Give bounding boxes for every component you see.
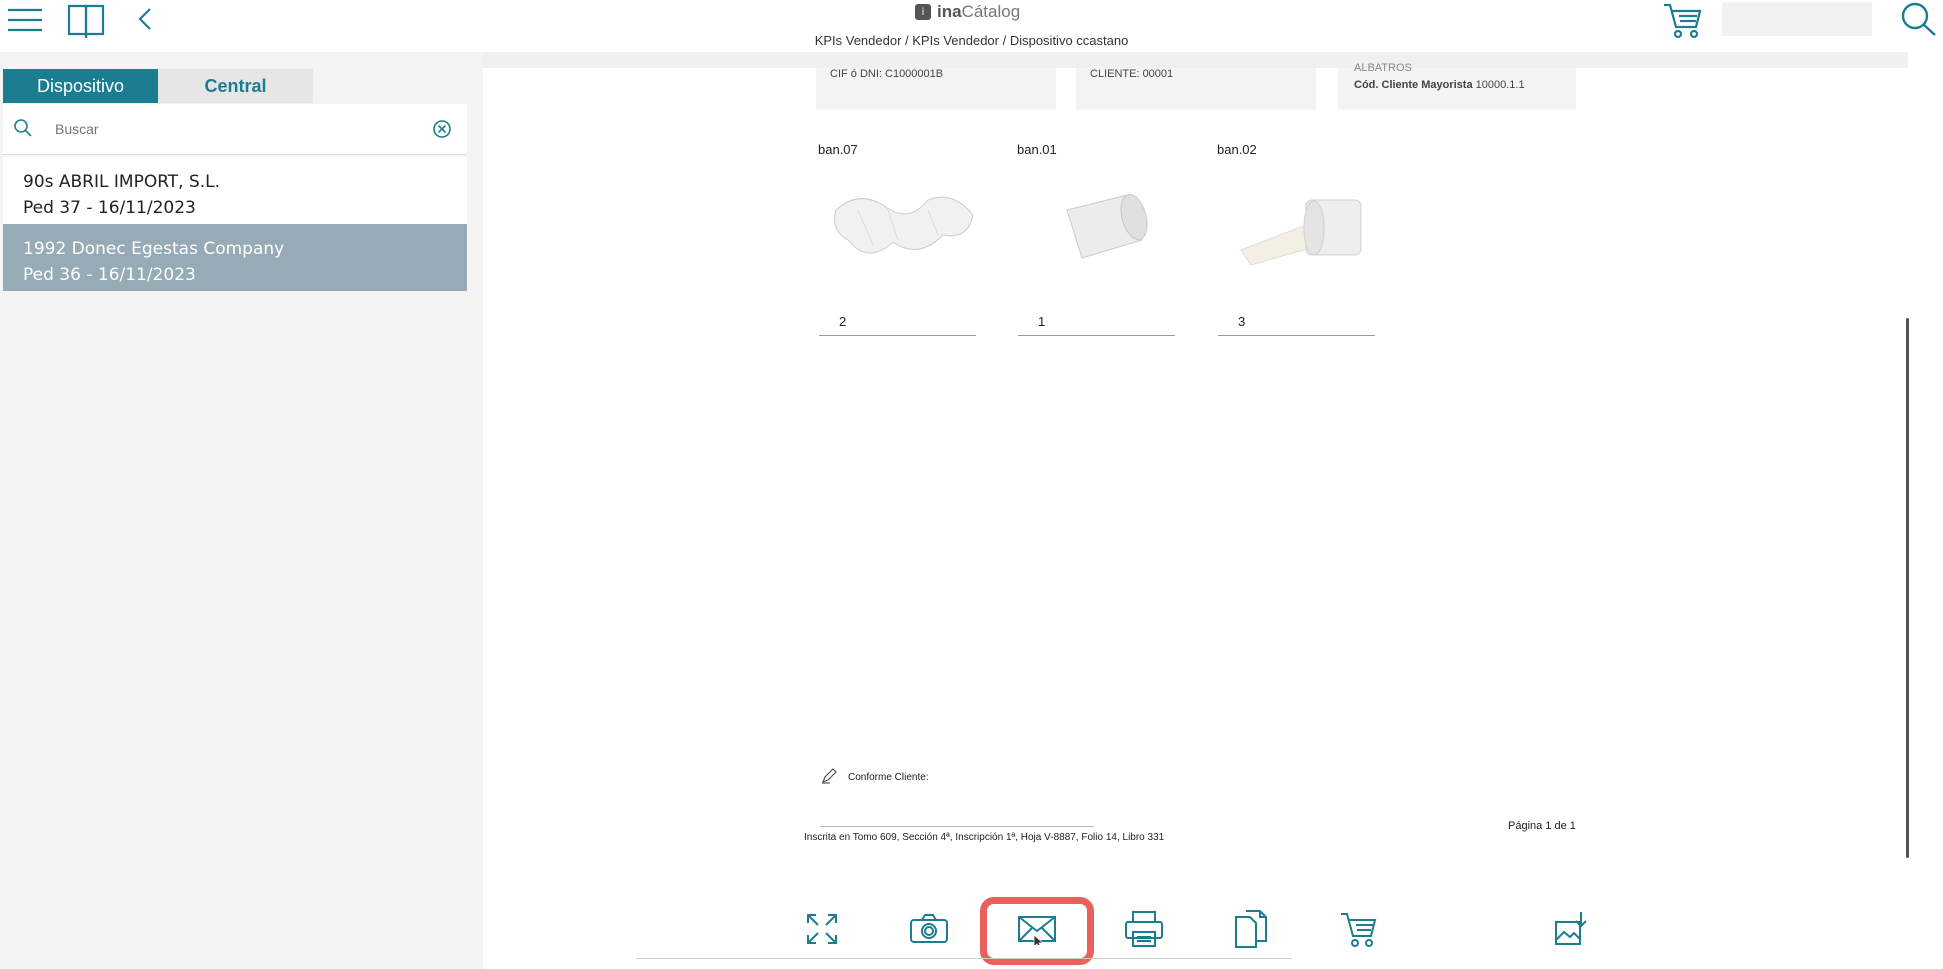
order-client: 1992 Donec Egestas Company xyxy=(23,239,285,259)
toolbar-divider xyxy=(636,958,1292,959)
app-logo: i inaCátalog xyxy=(915,0,1020,24)
wholesale-code-value: 10000.1.1 xyxy=(1475,79,1525,91)
product-image-gauze xyxy=(828,170,978,280)
product-quantity: 1 xyxy=(1018,314,1175,336)
wholesale-box: ALBATROS Cód. Cliente Mayorista 10000.1.… xyxy=(1338,62,1576,110)
cif-box: CIF ó DNI: C1000001B xyxy=(816,68,1056,110)
search-icon xyxy=(13,118,33,142)
product-image-bandage xyxy=(1226,170,1376,280)
order-search-input[interactable] xyxy=(53,116,417,142)
printer-icon[interactable] xyxy=(1119,904,1169,954)
product-code: ban.01 xyxy=(1017,142,1057,157)
source-tabs: Dispositivo Central xyxy=(3,69,313,103)
pencil-icon xyxy=(820,767,838,789)
app-name: inaCátalog xyxy=(937,2,1021,21)
order-list: 90s ABRIL IMPORT, S.L. Ped 37 - 16/11/20… xyxy=(3,157,467,291)
order-list-item[interactable]: 90s ABRIL IMPORT, S.L. Ped 37 - 16/11/20… xyxy=(3,157,467,224)
logo-mark: i xyxy=(915,4,931,20)
order-document-page xyxy=(483,68,1908,874)
signature-label: Conforme Cliente: xyxy=(848,772,929,783)
order-reference: Ped 36 - 16/11/2023 xyxy=(23,265,196,285)
top-bar: i inaCátalog KPIs Vendedor / KPIs Vended… xyxy=(0,0,1943,52)
product-quantity: 3 xyxy=(1218,314,1375,336)
product-quantity: 2 xyxy=(819,314,976,336)
cif-text: CIF ó DNI: C1000001B xyxy=(830,68,944,80)
camera-icon[interactable] xyxy=(904,904,954,954)
clear-search-icon[interactable] xyxy=(432,119,452,143)
wholesale-code-label: Cód. Cliente Mayorista xyxy=(1354,79,1473,91)
document-toolbar xyxy=(483,889,1908,969)
breadcrumb: KPIs Vendedor / KPIs Vendedor / Disposit… xyxy=(814,33,1129,48)
product-image-roll xyxy=(1027,170,1177,280)
search-icon[interactable] xyxy=(1898,0,1940,38)
cart-icon[interactable] xyxy=(1660,0,1706,40)
product-code: ban.02 xyxy=(1217,142,1257,157)
page-indicator: Página 1 de 1 xyxy=(1508,820,1576,832)
document-scrollbar[interactable] xyxy=(1906,318,1909,858)
order-client: 90s ABRIL IMPORT, S.L. xyxy=(23,172,221,192)
top-search-box[interactable] xyxy=(1722,2,1872,36)
registry-footer: Inscrita en Tomo 609, Sección 4ª, Inscri… xyxy=(804,832,1165,843)
copy-icon[interactable] xyxy=(1226,904,1276,954)
expand-icon[interactable] xyxy=(797,904,847,954)
image-download-icon[interactable] xyxy=(1546,904,1596,954)
product-code: ban.07 xyxy=(818,142,858,157)
cart-icon[interactable] xyxy=(1334,904,1384,954)
tab-central[interactable]: Central xyxy=(158,69,313,103)
client-box: CLIENTE: 00001 xyxy=(1076,68,1316,110)
order-search-bar xyxy=(3,104,467,155)
client-name-partial: ALBATROS xyxy=(1354,62,1412,74)
chevron-left-icon[interactable] xyxy=(132,2,158,36)
signature-line xyxy=(820,826,1094,827)
client-code: CLIENTE: 00001 xyxy=(1090,68,1174,80)
order-reference: Ped 37 - 16/11/2023 xyxy=(23,198,196,218)
email-button-highlight xyxy=(980,897,1094,965)
tab-dispositivo[interactable]: Dispositivo xyxy=(3,69,158,103)
order-list-item-selected[interactable]: 1992 Donec Egestas Company Ped 36 - 16/1… xyxy=(3,224,467,291)
